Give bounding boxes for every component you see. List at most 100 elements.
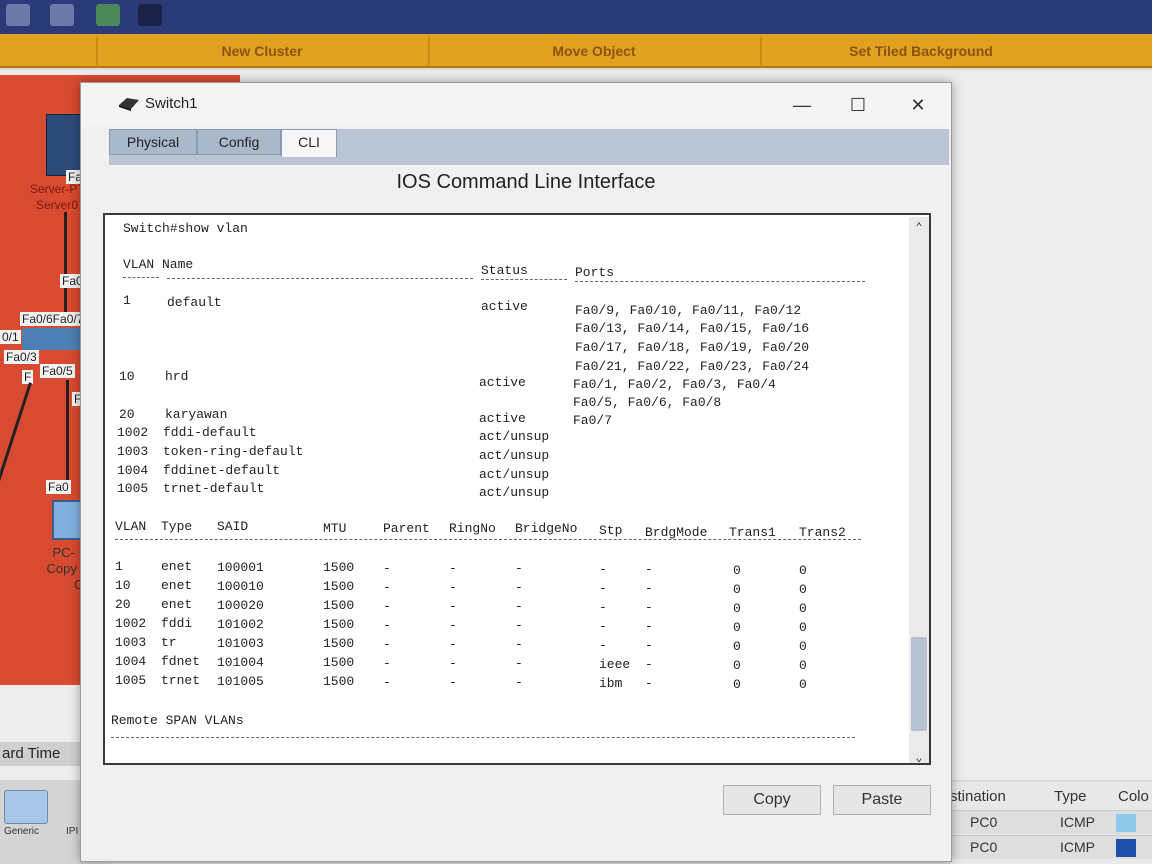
tab-physical[interactable]: Physical	[109, 129, 197, 155]
detail-cell-type: fddi	[161, 616, 193, 631]
detail-cell-trans2: 0	[799, 582, 807, 597]
detail-cell-type: enet	[161, 597, 193, 612]
detail-cell-ringno: -	[449, 656, 457, 671]
vlan-name: fddi-default	[163, 425, 257, 440]
detail-cell-said: 101005	[217, 674, 264, 689]
detail-header-said: SAID	[217, 519, 249, 534]
detail-cell-type: enet	[161, 559, 193, 574]
vlan-status: act/unsup	[479, 448, 550, 463]
server-name-label: Server-PT	[30, 182, 85, 196]
detail-cell-trans1: 0	[733, 620, 741, 635]
detail-cell-trans2: 0	[799, 563, 807, 578]
toolbar-icon-1[interactable]	[6, 4, 30, 26]
realtime-mode-label[interactable]: ard Time	[0, 742, 80, 766]
detail-cell-bridgeno: -	[515, 656, 523, 671]
scroll-thumb[interactable]	[911, 637, 927, 731]
detail-header-vlan: VLAN	[115, 519, 147, 534]
vlan-ports: Fa0/13, Fa0/14, Fa0/15, Fa0/16	[575, 321, 810, 336]
detail-cell-ringno: -	[449, 599, 457, 614]
vlan-id: 1	[123, 293, 131, 308]
tab-cli[interactable]: CLI	[281, 129, 337, 157]
port-label-5: Fa0/5	[40, 364, 75, 378]
paste-button[interactable]: Paste	[833, 785, 931, 815]
detail-cell-parent: -	[383, 599, 391, 614]
vlan-ports: Fa0/21, Fa0/22, Fa0/23, Fa0/24	[575, 359, 810, 374]
detail-cell-ringno: -	[449, 618, 457, 633]
detail-cell-trans2: 0	[799, 677, 807, 692]
detail-cell-vlan: 1004	[115, 654, 147, 669]
vlan-status: act/unsup	[479, 467, 550, 482]
minimize-button[interactable]: —	[785, 91, 819, 119]
detail-cell-vlan: 1	[115, 559, 123, 574]
move-object-button[interactable]: Move Object	[428, 37, 758, 65]
pdu-destination: PC0	[970, 839, 998, 855]
detail-cell-parent: -	[383, 618, 391, 633]
toolbar-icon-3[interactable]	[96, 4, 120, 26]
window-titlebar[interactable]: Switch1 — ☐ ✕	[81, 83, 951, 127]
detail-cell-bridgeno: -	[515, 618, 523, 633]
maximize-button[interactable]: ☐	[841, 91, 875, 119]
cli-terminal[interactable]: Switch#show vlan VLAN Name Status Ports …	[103, 213, 931, 765]
tab-config[interactable]: Config	[197, 129, 281, 155]
detail-cell-stp: -	[599, 619, 607, 634]
vlan-ports: Fa0/1, Fa0/2, Fa0/3, Fa0/4	[573, 377, 776, 392]
detail-cell-stp: -	[599, 562, 607, 577]
set-tiled-background-button[interactable]: Set Tiled Background	[760, 37, 1080, 65]
toolbar-icon-4[interactable]	[138, 4, 162, 26]
detail-cell-trans2: 0	[799, 639, 807, 654]
detail-cell-type: trnet	[161, 673, 201, 688]
vlan-id: 1005	[117, 481, 149, 496]
pdu-type: ICMP	[1060, 839, 1095, 855]
detail-header-bridgeno: BridgeNo	[515, 521, 578, 536]
pdu-header-color: Colo	[1118, 788, 1149, 805]
detail-header-parent: Parent	[383, 521, 430, 536]
detail-cell-trans1: 0	[733, 639, 741, 654]
detail-cell-type: tr	[161, 635, 177, 650]
detail-cell-type: fdnet	[161, 654, 201, 669]
detail-cell-said: 101002	[217, 617, 264, 632]
detail-cell-parent: -	[383, 656, 391, 671]
vlan-id: 10	[119, 369, 135, 384]
scroll-down-icon[interactable]: ⌄	[909, 749, 929, 763]
detail-divider	[115, 539, 861, 540]
detail-header-mtu: MTU	[323, 521, 347, 536]
copy-button[interactable]: Copy	[723, 785, 821, 815]
toolbar-icon-2[interactable]	[50, 4, 74, 26]
scroll-up-icon[interactable]: ⌃	[909, 219, 929, 237]
vlan-ports: Fa0/7	[573, 413, 613, 428]
detail-cell-trans2: 0	[799, 658, 807, 673]
detail-cell-brdgmode: -	[645, 638, 653, 653]
ports-header: Ports	[575, 265, 615, 280]
generic-device-icon[interactable]	[4, 790, 48, 824]
pdu-row[interactable]: PC0 ICMP	[950, 810, 1152, 834]
detail-cell-mtu: 1500	[323, 636, 355, 651]
remote-span-label: Remote SPAN VLANs	[111, 713, 244, 728]
detail-cell-parent: -	[383, 561, 391, 576]
pdu-header-type: Type	[1054, 788, 1087, 805]
detail-cell-bridgeno: -	[515, 580, 523, 595]
detail-cell-ringno: -	[449, 580, 457, 595]
vlan-id: 1004	[117, 463, 149, 478]
vlan-status: active	[479, 411, 526, 426]
new-cluster-button[interactable]: New Cluster	[96, 37, 426, 65]
detail-cell-vlan: 1003	[115, 635, 147, 650]
close-button[interactable]: ✕	[901, 91, 935, 119]
header-divider	[575, 281, 865, 282]
pdu-type: ICMP	[1060, 814, 1095, 830]
detail-cell-parent: -	[383, 675, 391, 690]
vlan-id: 20	[119, 407, 135, 422]
vlan-name: trnet-default	[163, 481, 265, 496]
top-toolbar	[0, 0, 1152, 34]
detail-cell-trans2: 0	[799, 620, 807, 635]
header-divider	[481, 279, 567, 280]
pdu-row[interactable]: PC0 ICMP	[950, 835, 1152, 859]
window-title: Switch1	[145, 95, 198, 112]
detail-cell-ringno: -	[449, 561, 457, 576]
detail-cell-brdgmode: -	[645, 657, 653, 672]
ipl-device-label: IPI	[66, 826, 79, 837]
detail-cell-mtu: 1500	[323, 579, 355, 594]
detail-cell-bridgeno: -	[515, 637, 523, 652]
pdu-color-swatch	[1116, 839, 1136, 857]
detail-cell-vlan: 1005	[115, 673, 147, 688]
detail-cell-mtu: 1500	[323, 560, 355, 575]
